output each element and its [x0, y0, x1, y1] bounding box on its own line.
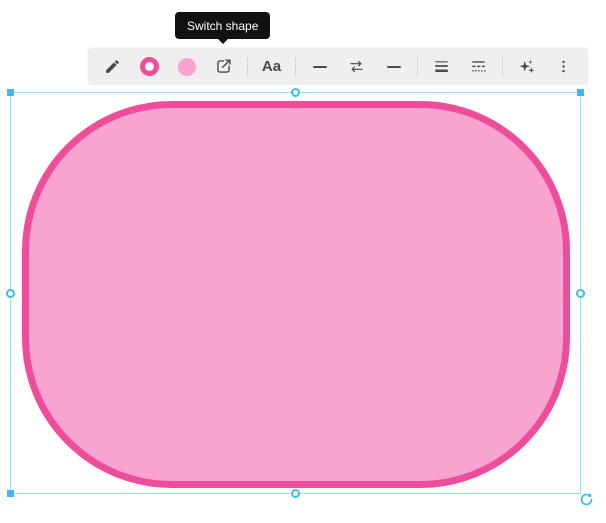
- text-aa-label: Aa: [262, 58, 281, 75]
- text-style-button[interactable]: Aa: [255, 52, 288, 81]
- canvas[interactable]: Switch shape Aa: [0, 0, 606, 523]
- toolbar-divider: [417, 57, 418, 77]
- pencil-icon: [104, 58, 121, 75]
- border-weight-button[interactable]: [425, 52, 458, 81]
- selection-handle-bottom-left[interactable]: [7, 490, 14, 497]
- tooltip-switch-shape: Switch shape: [175, 12, 270, 39]
- border-style-icon: [470, 58, 487, 75]
- selection-handle-top-right[interactable]: [577, 89, 584, 96]
- line-cap-start-button[interactable]: [303, 52, 336, 81]
- border-color-ring-icon: [140, 57, 159, 76]
- ai-sparkle-button[interactable]: [510, 52, 543, 81]
- minus-line-icon: [313, 66, 327, 68]
- swap-arrows-icon: [348, 58, 365, 75]
- toolbar-divider: [502, 57, 503, 77]
- rotate-handle[interactable]: [578, 491, 594, 507]
- rotate-ccw-icon: [579, 492, 594, 507]
- selection-handle-top-left[interactable]: [7, 89, 14, 96]
- fill-color-circle-icon: [178, 58, 196, 76]
- switch-shape-button[interactable]: [207, 52, 240, 81]
- selection-handle-right[interactable]: [576, 289, 585, 298]
- fill-color-button[interactable]: [170, 52, 203, 81]
- line-cap-end-button[interactable]: [377, 52, 410, 81]
- border-weight-icon: [433, 58, 450, 75]
- switch-shape-icon: [214, 57, 233, 76]
- toolbar-divider: [295, 57, 296, 77]
- selection-box: [10, 92, 581, 494]
- shape-toolbar: Aa: [88, 48, 588, 85]
- draw-pencil-button[interactable]: [96, 52, 129, 81]
- tooltip-text: Switch shape: [187, 19, 258, 33]
- sparkle-icon: [518, 58, 536, 76]
- toolbar-divider: [247, 57, 248, 77]
- more-options-button[interactable]: [547, 52, 580, 81]
- minus-line-icon: [387, 66, 401, 68]
- kebab-menu-icon: [555, 58, 572, 75]
- selection-handle-bottom[interactable]: [291, 489, 300, 498]
- selection-handle-top[interactable]: [291, 88, 300, 97]
- selection-handle-left[interactable]: [6, 289, 15, 298]
- swap-direction-button[interactable]: [340, 52, 373, 81]
- border-style-button[interactable]: [462, 52, 495, 81]
- border-color-button[interactable]: [133, 52, 166, 81]
